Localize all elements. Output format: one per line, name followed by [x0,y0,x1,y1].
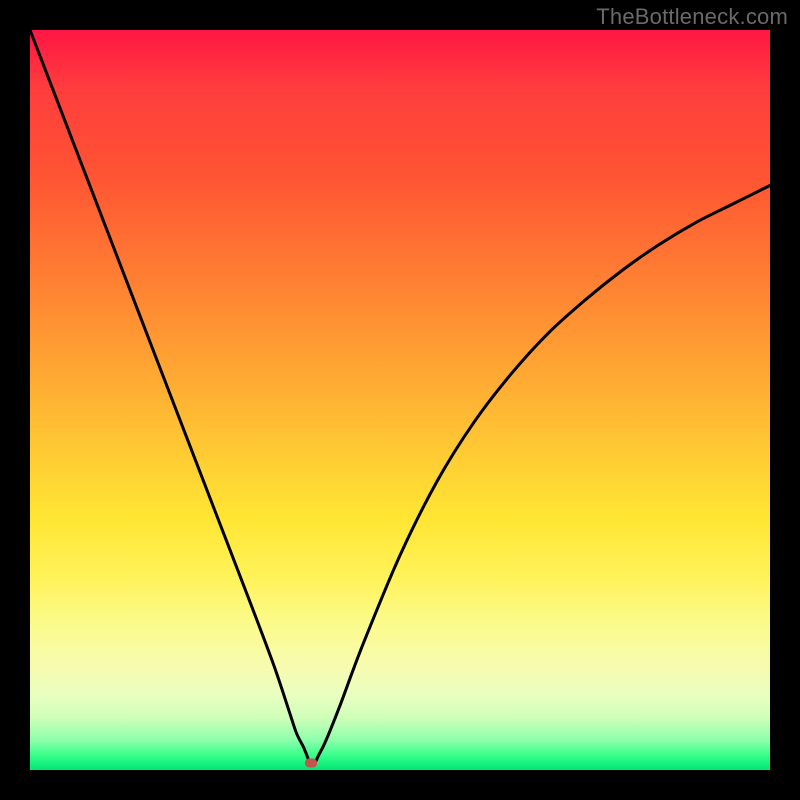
optimal-point-marker [305,758,317,767]
plot-area [30,30,770,770]
bottleneck-curve [30,30,770,770]
chart-frame: TheBottleneck.com [0,0,800,800]
watermark-text: TheBottleneck.com [596,4,788,30]
